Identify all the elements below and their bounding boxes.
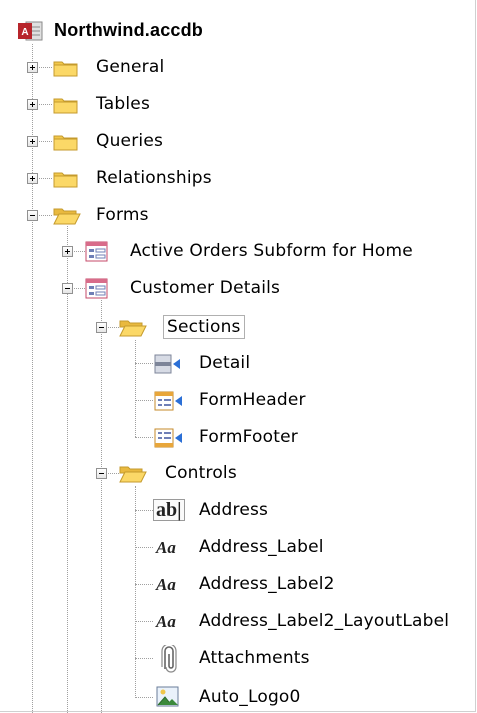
tree-item-formfooter[interactable]: FormFooter <box>150 424 370 452</box>
expand-toggle[interactable] <box>27 99 38 110</box>
tree-item-label: General <box>96 57 165 77</box>
tree-item-label: FormHeader <box>199 390 306 410</box>
tree-item-label: Address <box>199 500 269 520</box>
tree-item-relationships[interactable]: Relationships <box>26 165 246 193</box>
tree-item-forms[interactable]: Forms <box>26 202 226 230</box>
tree-item-label: Forms <box>96 205 149 225</box>
tree-item-sections[interactable]: Sections <box>94 314 294 342</box>
tree-item-label: Queries <box>96 131 164 151</box>
folder-closed-icon <box>53 172 78 188</box>
tree-item-label: FormFooter <box>199 427 298 447</box>
section-detail-icon <box>154 354 180 374</box>
tree-item-customer-details[interactable]: Customer Details <box>60 275 360 303</box>
tree-item-address-label[interactable]: Aa Address_Label <box>150 534 370 562</box>
tree-item-formheader[interactable]: FormHeader <box>150 387 370 415</box>
tree-item-label: Customer Details <box>130 278 281 298</box>
label-icon: Aa <box>156 575 176 594</box>
collapse-toggle[interactable] <box>96 468 107 479</box>
textbox-icon: ab| <box>153 499 185 521</box>
tree-line <box>101 300 102 713</box>
label-icon: Aa <box>156 538 176 557</box>
folder-open-icon <box>53 208 81 225</box>
expand-toggle[interactable] <box>27 136 38 147</box>
collapse-toggle[interactable] <box>62 283 73 294</box>
expand-toggle[interactable] <box>62 246 73 257</box>
access-database-icon: A <box>18 21 43 41</box>
tree-item-label: Active Orders Subform for Home <box>130 241 413 261</box>
tree-item-label: Controls <box>165 463 237 483</box>
tree-item-general[interactable]: General <box>26 54 226 82</box>
tree-item-label: Detail <box>199 353 251 373</box>
tree-item-attachments[interactable]: Attachments <box>150 645 370 673</box>
tree-view: A Northwind.accdb General Tables Queries <box>0 0 476 713</box>
folder-closed-icon <box>53 61 78 77</box>
folder-closed-icon <box>53 98 78 114</box>
tree-item-label: Sections <box>163 315 245 339</box>
label-icon: Aa <box>156 612 176 631</box>
tree-item-active-orders-subform[interactable]: Active Orders Subform for Home <box>60 238 460 266</box>
form-icon <box>85 278 108 299</box>
tree-item-auto-logo0[interactable]: Auto_Logo0 <box>150 684 370 712</box>
image-icon <box>156 686 179 707</box>
tree-item-label: Tables <box>96 94 151 114</box>
tree-item-label: Auto_Logo0 <box>199 687 301 707</box>
collapse-toggle[interactable] <box>96 322 107 333</box>
tree-item-label: Address_Label2_LayoutLabel <box>199 611 450 631</box>
tree-item-label: Address_Label <box>199 537 324 557</box>
tree-item-queries[interactable]: Queries <box>26 128 226 156</box>
form-icon <box>85 241 108 262</box>
tree-item-detail[interactable]: Detail <box>150 350 350 378</box>
section-footer-icon <box>154 428 182 448</box>
svg-text:A: A <box>21 27 28 38</box>
section-header-icon <box>154 391 182 411</box>
tree-item-label: Relationships <box>96 168 212 188</box>
tree-item-address[interactable]: ab| Address <box>150 497 350 525</box>
expand-toggle[interactable] <box>27 173 38 184</box>
collapse-toggle[interactable] <box>27 210 38 221</box>
tree-item-address-label2[interactable]: Aa Address_Label2 <box>150 571 370 599</box>
tree-item-label: Attachments <box>199 648 310 668</box>
attachment-icon <box>161 645 177 673</box>
folder-open-icon <box>119 320 147 337</box>
tree-root[interactable]: A Northwind.accdb <box>18 16 258 44</box>
tree-item-label: Address_Label2 <box>199 574 335 594</box>
tree-item-address-label2-layoutlabel[interactable]: Aa Address_Label2_LayoutLabel <box>150 608 472 636</box>
folder-closed-icon <box>53 135 78 151</box>
root-label: Northwind.accdb <box>54 20 204 40</box>
expand-toggle[interactable] <box>27 62 38 73</box>
tree-line <box>135 486 136 698</box>
folder-open-icon <box>119 466 147 483</box>
tree-item-tables[interactable]: Tables <box>26 91 226 119</box>
tree-item-controls[interactable]: Controls <box>94 460 294 488</box>
tree-line <box>135 340 136 437</box>
